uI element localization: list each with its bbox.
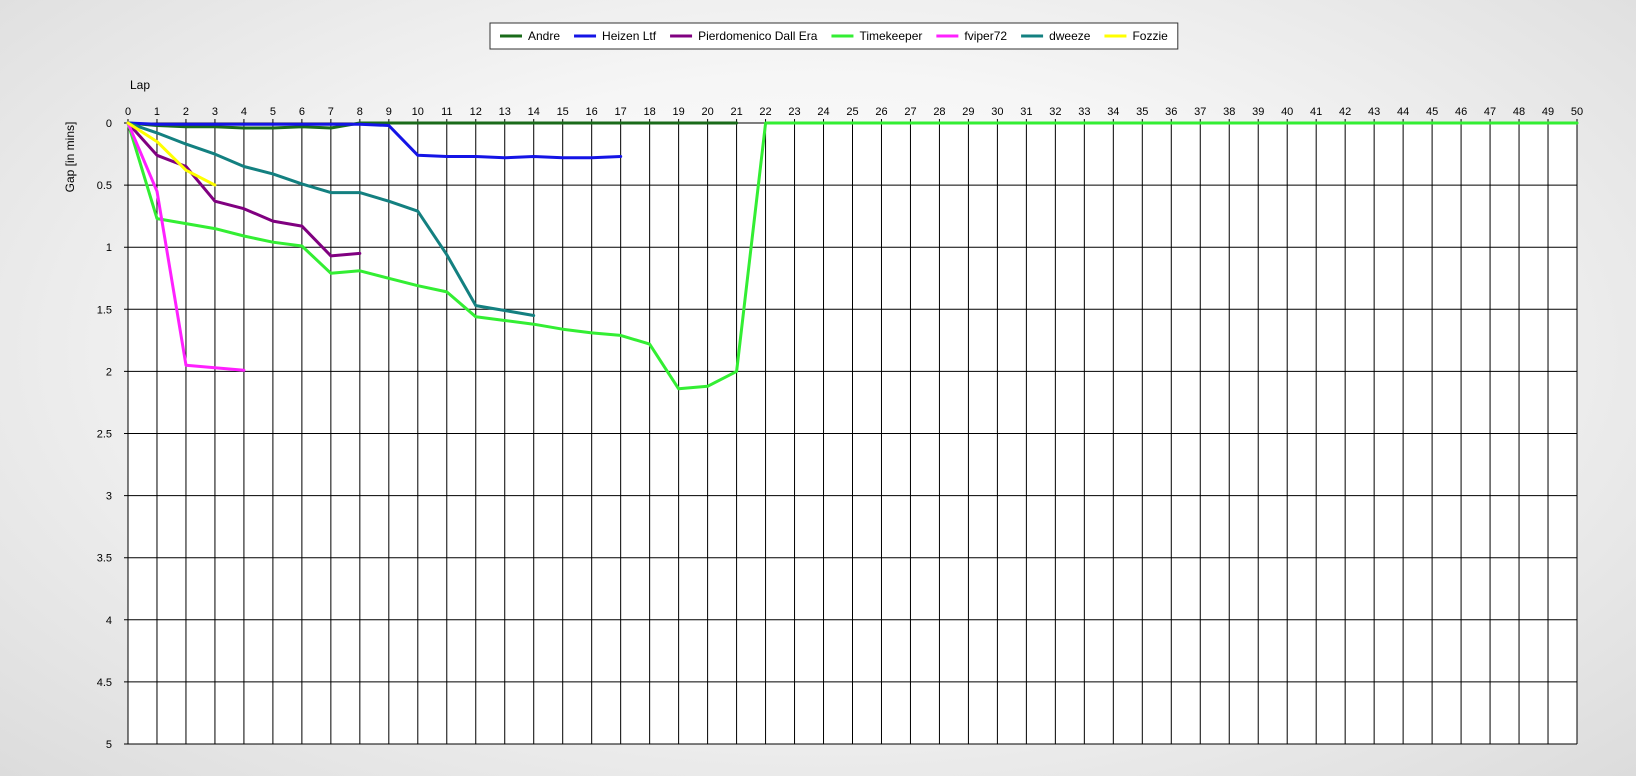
x-tick-label: 1 — [154, 106, 160, 118]
x-tick-label: 7 — [328, 106, 334, 118]
x-tick-label: 21 — [730, 106, 742, 118]
y-tick-label: 5 — [106, 739, 112, 751]
x-tick-label: 12 — [470, 106, 482, 118]
x-tick-label: 9 — [386, 106, 392, 118]
legend: Andre Heizen Ltf Pierdomenico Dall Era Time… — [489, 22, 1179, 50]
x-tick-label: 23 — [788, 106, 800, 118]
y-tick-labels: 0 0.5 1 1.5 2 2.5 3 3.5 4 4.5 5 — [97, 118, 112, 751]
y-tick-label: 0 — [106, 118, 112, 130]
y-tick-label: 3 — [106, 491, 112, 503]
x-tick-label: 46 — [1455, 106, 1467, 118]
x-tick-label: 18 — [644, 106, 656, 118]
x-tick-label: 39 — [1252, 106, 1264, 118]
x-tick-label: 10 — [412, 106, 424, 118]
x-tick-label: 25 — [846, 106, 858, 118]
legend-label: fviper72 — [964, 29, 1007, 43]
x-tick-label: 26 — [875, 106, 887, 118]
legend-label: Fozzie — [1132, 29, 1168, 43]
x-tick-label: 16 — [586, 106, 598, 118]
y-tick-label: 4.5 — [97, 677, 112, 689]
x-tick-label: 8 — [357, 106, 363, 118]
x-tick-label: 11 — [441, 106, 452, 118]
x-tick-label: 47 — [1484, 106, 1496, 118]
x-tick-labels: 0 1 2 3 4 5 6 7 8 9 10 11 12 13 14 15 16 17 18 19 20 21 22 23 24… — [125, 106, 1583, 118]
x-tick-label: 42 — [1339, 106, 1351, 118]
y-axis-title: Gap [in mins] — [63, 122, 77, 193]
lap-gap-chart: Andre Heizen Ltf Pierdomenico Dall Era Time… — [63, 22, 1583, 751]
x-tick-label: 33 — [1078, 106, 1090, 118]
x-tick-label: 41 — [1310, 106, 1322, 118]
legend-label: dweeze — [1049, 29, 1091, 43]
y-tick-label: 2 — [106, 366, 112, 378]
x-tick-label: 27 — [904, 106, 916, 118]
x-tick-label: 2 — [183, 106, 189, 118]
x-tick-label: 17 — [615, 106, 627, 118]
grid — [124, 119, 1578, 745]
x-tick-label: 50 — [1571, 106, 1583, 118]
x-tick-label: 15 — [557, 106, 569, 118]
x-tick-label: 49 — [1542, 106, 1554, 118]
y-tick-label: 4 — [106, 615, 112, 627]
x-tick-label: 3 — [212, 106, 218, 118]
x-tick-label: 28 — [933, 106, 945, 118]
y-tick-label: 1.5 — [97, 304, 112, 316]
x-tick-label: 6 — [299, 106, 305, 118]
y-tick-label: 3.5 — [97, 553, 112, 565]
x-tick-label: 19 — [672, 106, 684, 118]
x-tick-label: 14 — [528, 106, 540, 118]
x-tick-label: 32 — [1049, 106, 1061, 118]
x-tick-label: 43 — [1368, 106, 1380, 118]
x-tick-label: 36 — [1165, 106, 1177, 118]
x-tick-label: 40 — [1281, 106, 1293, 118]
x-tick-label: 38 — [1223, 106, 1235, 118]
legend-label: Heizen Ltf — [602, 29, 657, 43]
x-tick-label: 20 — [701, 106, 713, 118]
x-tick-label: 22 — [759, 106, 771, 118]
y-tick-label: 0.5 — [97, 180, 112, 192]
x-tick-label: 34 — [1107, 106, 1119, 118]
x-tick-label: 48 — [1513, 106, 1525, 118]
legend-label: Andre — [528, 29, 560, 43]
x-tick-label: 45 — [1426, 106, 1438, 118]
y-tick-label: 1 — [106, 242, 112, 254]
x-tick-label: 29 — [962, 106, 974, 118]
x-tick-label: 0 — [125, 106, 131, 118]
x-tick-label: 31 — [1020, 106, 1032, 118]
x-tick-label: 37 — [1194, 106, 1206, 118]
x-tick-label: 13 — [499, 106, 511, 118]
x-tick-label: 5 — [270, 106, 276, 118]
x-tick-label: 4 — [241, 106, 247, 118]
x-tick-label: 24 — [817, 106, 829, 118]
legend-label: Pierdomenico Dall Era — [698, 29, 818, 43]
legend-label: Timekeeper — [859, 29, 922, 43]
x-tick-label: 35 — [1136, 106, 1148, 118]
x-axis-title: Lap — [130, 78, 150, 92]
y-tick-label: 2.5 — [97, 429, 112, 441]
x-tick-label: 44 — [1397, 106, 1409, 118]
x-tick-label: 30 — [991, 106, 1003, 118]
